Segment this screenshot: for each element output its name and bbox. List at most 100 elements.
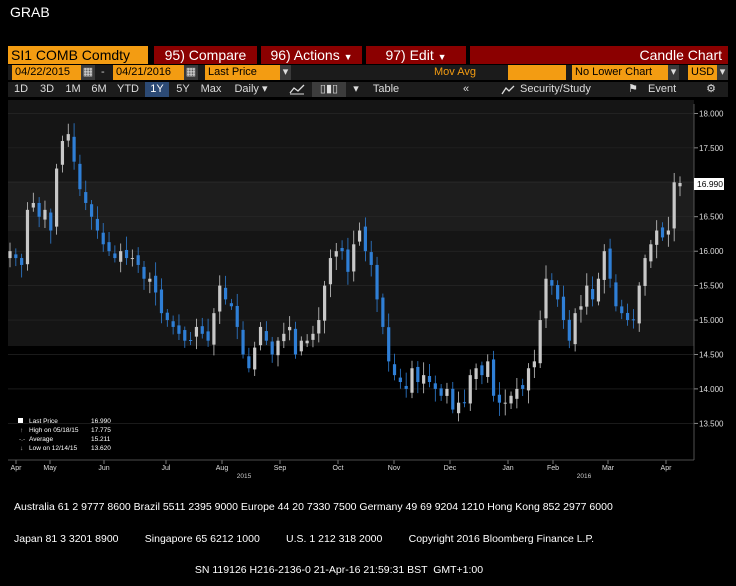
candle-body bbox=[357, 230, 362, 242]
candle-body bbox=[491, 359, 496, 396]
candle-body bbox=[433, 383, 437, 389]
candle-body bbox=[270, 341, 274, 355]
candle-body bbox=[392, 364, 397, 376]
candle-body bbox=[585, 285, 589, 307]
range-1d[interactable]: 1D bbox=[10, 82, 32, 97]
range-1m[interactable]: 1M bbox=[61, 82, 85, 97]
candle-body bbox=[55, 168, 59, 227]
study-input[interactable] bbox=[508, 65, 566, 80]
caret-down-icon: ▼ bbox=[437, 52, 447, 62]
range-5y[interactable]: 5Y bbox=[172, 82, 194, 97]
legend-average-label: Average bbox=[29, 436, 53, 443]
candle-body bbox=[253, 347, 257, 370]
candle-body bbox=[223, 287, 228, 300]
price-chart: 18.00017.50017.00016.50016.00015.50015.0… bbox=[8, 100, 724, 480]
candle-body bbox=[480, 365, 484, 376]
candle-body bbox=[497, 394, 501, 403]
line-chart-icon[interactable] bbox=[286, 82, 308, 97]
calendar-icon[interactable]: ▦ bbox=[81, 65, 95, 80]
candle-body bbox=[521, 385, 525, 389]
candle-style-icon[interactable]: ▯▮▯ bbox=[312, 82, 346, 97]
date-dash: - bbox=[101, 66, 105, 78]
legend-high-value: 17.775 bbox=[91, 427, 111, 434]
candle-body bbox=[264, 331, 268, 341]
security-study-button[interactable]: Security/Study bbox=[520, 82, 610, 97]
candle-body bbox=[84, 192, 88, 203]
field-select[interactable]: Last Price bbox=[205, 65, 282, 80]
candle-body bbox=[165, 312, 169, 321]
lower-chart-select[interactable]: No Lower Chart bbox=[572, 65, 670, 80]
candle-body bbox=[416, 366, 420, 383]
candle-body bbox=[159, 289, 164, 314]
candle-body bbox=[258, 326, 263, 346]
rewind-icon[interactable]: « bbox=[456, 82, 476, 97]
candle-body bbox=[305, 340, 309, 344]
caret-down-icon: ▼ bbox=[343, 52, 353, 62]
candle-body bbox=[468, 375, 472, 404]
range-ytd[interactable]: YTD bbox=[114, 82, 142, 97]
x-tick-label: Dec bbox=[444, 465, 457, 472]
x-tick-label: May bbox=[43, 465, 57, 472]
chart-type-label: Candle Chart bbox=[470, 46, 728, 64]
currency-select[interactable]: USD bbox=[688, 65, 719, 80]
dropdown-icon[interactable]: ▾ bbox=[280, 65, 291, 80]
candle-body bbox=[550, 280, 554, 286]
event-button[interactable]: Event bbox=[648, 82, 694, 97]
start-date-field[interactable]: 04/22/2015 bbox=[12, 65, 83, 80]
candle-body bbox=[148, 278, 152, 282]
table-button[interactable]: Table bbox=[366, 82, 406, 97]
range-6m[interactable]: 6M bbox=[88, 82, 110, 97]
dropdown-icon[interactable]: ▾ bbox=[668, 65, 679, 80]
dropdown-icon[interactable]: ▾ bbox=[350, 82, 362, 97]
legend-low-label: Low on 12/14/15 bbox=[29, 445, 77, 452]
candle-body bbox=[579, 306, 583, 310]
calendar-icon[interactable]: ▦ bbox=[184, 65, 198, 80]
candle-body bbox=[363, 226, 367, 252]
end-date-field[interactable]: 04/21/2016 bbox=[113, 65, 185, 80]
candle-body bbox=[20, 258, 24, 265]
y-tick-label: 17.500 bbox=[699, 144, 724, 153]
legend-low-value: 13.620 bbox=[91, 445, 111, 452]
plot-background-lower bbox=[8, 346, 694, 460]
candle-body bbox=[608, 248, 612, 279]
candle-body bbox=[532, 361, 536, 368]
svg-text:↓: ↓ bbox=[20, 445, 23, 452]
flag-icon[interactable]: ⚑ bbox=[626, 82, 640, 97]
candle-body bbox=[509, 395, 513, 404]
candle-body bbox=[311, 333, 315, 340]
candle-body bbox=[561, 296, 566, 321]
svg-text:-.-: -.- bbox=[19, 436, 25, 443]
gear-icon[interactable]: ⚙ bbox=[702, 82, 720, 97]
candle-body bbox=[37, 202, 41, 217]
dropdown-icon[interactable]: ▾ bbox=[717, 65, 728, 80]
candle-body bbox=[229, 303, 233, 307]
candle-body bbox=[282, 333, 286, 342]
x-tick-label: Oct bbox=[333, 465, 344, 472]
candle-body bbox=[130, 258, 134, 260]
range-1y[interactable]: 1Y bbox=[145, 82, 169, 97]
candle-body bbox=[352, 244, 356, 272]
candle-body bbox=[369, 252, 373, 265]
candle-body bbox=[25, 209, 30, 265]
mountain-chart-icon[interactable] bbox=[500, 82, 516, 97]
candle-body bbox=[462, 402, 467, 404]
candle-body bbox=[194, 326, 199, 337]
svg-text:↑: ↑ bbox=[20, 427, 23, 434]
x-tick-label: Aug bbox=[216, 465, 229, 472]
actions-menu[interactable]: 96) Actions ▼ bbox=[261, 46, 362, 64]
range-3d[interactable]: 3D bbox=[36, 82, 58, 97]
ticker-field[interactable]: SI1 COMB Comdty bbox=[8, 46, 148, 64]
y-tick-label: 14.500 bbox=[699, 350, 724, 359]
candle-body bbox=[136, 255, 140, 265]
candle-body bbox=[31, 202, 35, 208]
candle-body bbox=[649, 244, 653, 262]
legend-average-value: 15.211 bbox=[91, 436, 111, 443]
candle-body bbox=[293, 328, 298, 355]
candle-body bbox=[678, 182, 682, 187]
footer-line: Japan 81 3 3201 8900 Singapore 65 6212 1… bbox=[14, 532, 595, 545]
edit-menu[interactable]: 97) Edit ▼ bbox=[366, 46, 466, 64]
periodicity-select[interactable]: Daily ▾ bbox=[228, 82, 274, 97]
range-max[interactable]: Max bbox=[198, 82, 224, 97]
candle-body bbox=[375, 264, 379, 300]
compare-button[interactable]: 95) Compare bbox=[154, 46, 257, 64]
